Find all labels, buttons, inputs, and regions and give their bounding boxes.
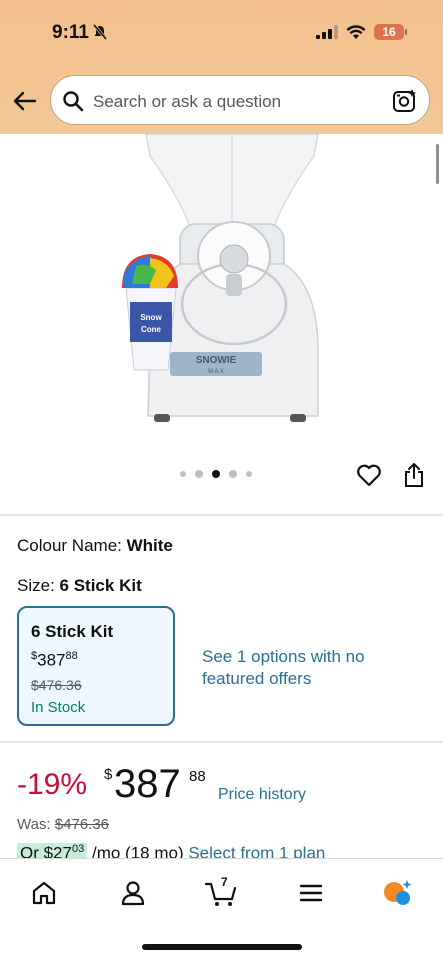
was-price-row: Was: $476.36 (17, 816, 109, 833)
scroll-indicator (436, 144, 439, 184)
section-divider (0, 741, 443, 743)
account-icon[interactable] (119, 879, 147, 907)
colour-label: Colour Name: (17, 536, 122, 555)
share-icon[interactable] (402, 462, 426, 488)
search-bar[interactable]: Search or ask a question (50, 75, 430, 125)
battery-cap (405, 29, 407, 35)
pagination-dot-active[interactable] (212, 470, 220, 478)
colour-name-row: Colour Name: White (17, 536, 173, 556)
pagination-dot[interactable] (195, 470, 203, 478)
option-stock-status: In Stock (31, 698, 86, 716)
pagination-dot[interactable] (246, 471, 252, 477)
camera-search-icon[interactable] (392, 88, 418, 114)
cellular-signal-icon (316, 25, 338, 39)
battery-icon: 16 (374, 24, 404, 40)
back-arrow-icon[interactable] (12, 88, 38, 114)
option-was-price: $476.36 (31, 676, 82, 693)
rufus-assistant-icon[interactable] (381, 879, 413, 907)
size-value: 6 Stick Kit (59, 576, 142, 595)
svg-text:SNOWIE: SNOWIE (196, 355, 237, 366)
home-icon[interactable] (30, 879, 58, 907)
colour-value: White (126, 536, 173, 555)
option-title: 6 Stick Kit (31, 622, 114, 641)
price-fraction: 88 (189, 768, 206, 785)
product-image[interactable]: SNOWIE M A X Snow Cone (0, 134, 443, 434)
pagination-dot[interactable] (229, 470, 237, 478)
menu-icon[interactable] (297, 879, 325, 907)
cart-count-badge: 7 (221, 875, 228, 889)
size-row: Size: 6 Stick Kit (17, 576, 142, 596)
price-history-link[interactable]: Price history (218, 786, 306, 804)
image-pagination[interactable] (180, 470, 252, 478)
search-icon (63, 91, 84, 112)
option-price: $38788 (31, 650, 78, 670)
section-divider (0, 514, 443, 516)
status-time: 9:11 (52, 22, 89, 43)
svg-text:M A X: M A X (208, 369, 224, 375)
header: 9:11 16 Search or ask a question (0, 0, 443, 134)
pagination-dot[interactable] (180, 471, 186, 477)
price-currency: $ (104, 766, 113, 783)
status-bar: 9:11 16 (0, 0, 443, 64)
was-price: $476.36 (54, 816, 110, 833)
size-option-selected[interactable]: 6 Stick Kit $38788 $476.36 In Stock (17, 606, 175, 726)
bell-muted-icon (92, 24, 108, 40)
search-input[interactable]: Search or ask a question (93, 92, 281, 112)
svg-text:Cone: Cone (141, 325, 162, 334)
heart-icon[interactable] (356, 462, 382, 488)
was-label: Was: (17, 816, 51, 833)
svg-text:Snow: Snow (140, 313, 162, 322)
price-whole: 387 (114, 762, 181, 806)
home-indicator[interactable] (142, 944, 302, 950)
wifi-icon (346, 25, 366, 39)
discount-percent: -19% (17, 768, 88, 801)
size-label: Size: (17, 576, 55, 595)
see-options-link[interactable]: See 1 options with no featured offers (202, 646, 402, 690)
